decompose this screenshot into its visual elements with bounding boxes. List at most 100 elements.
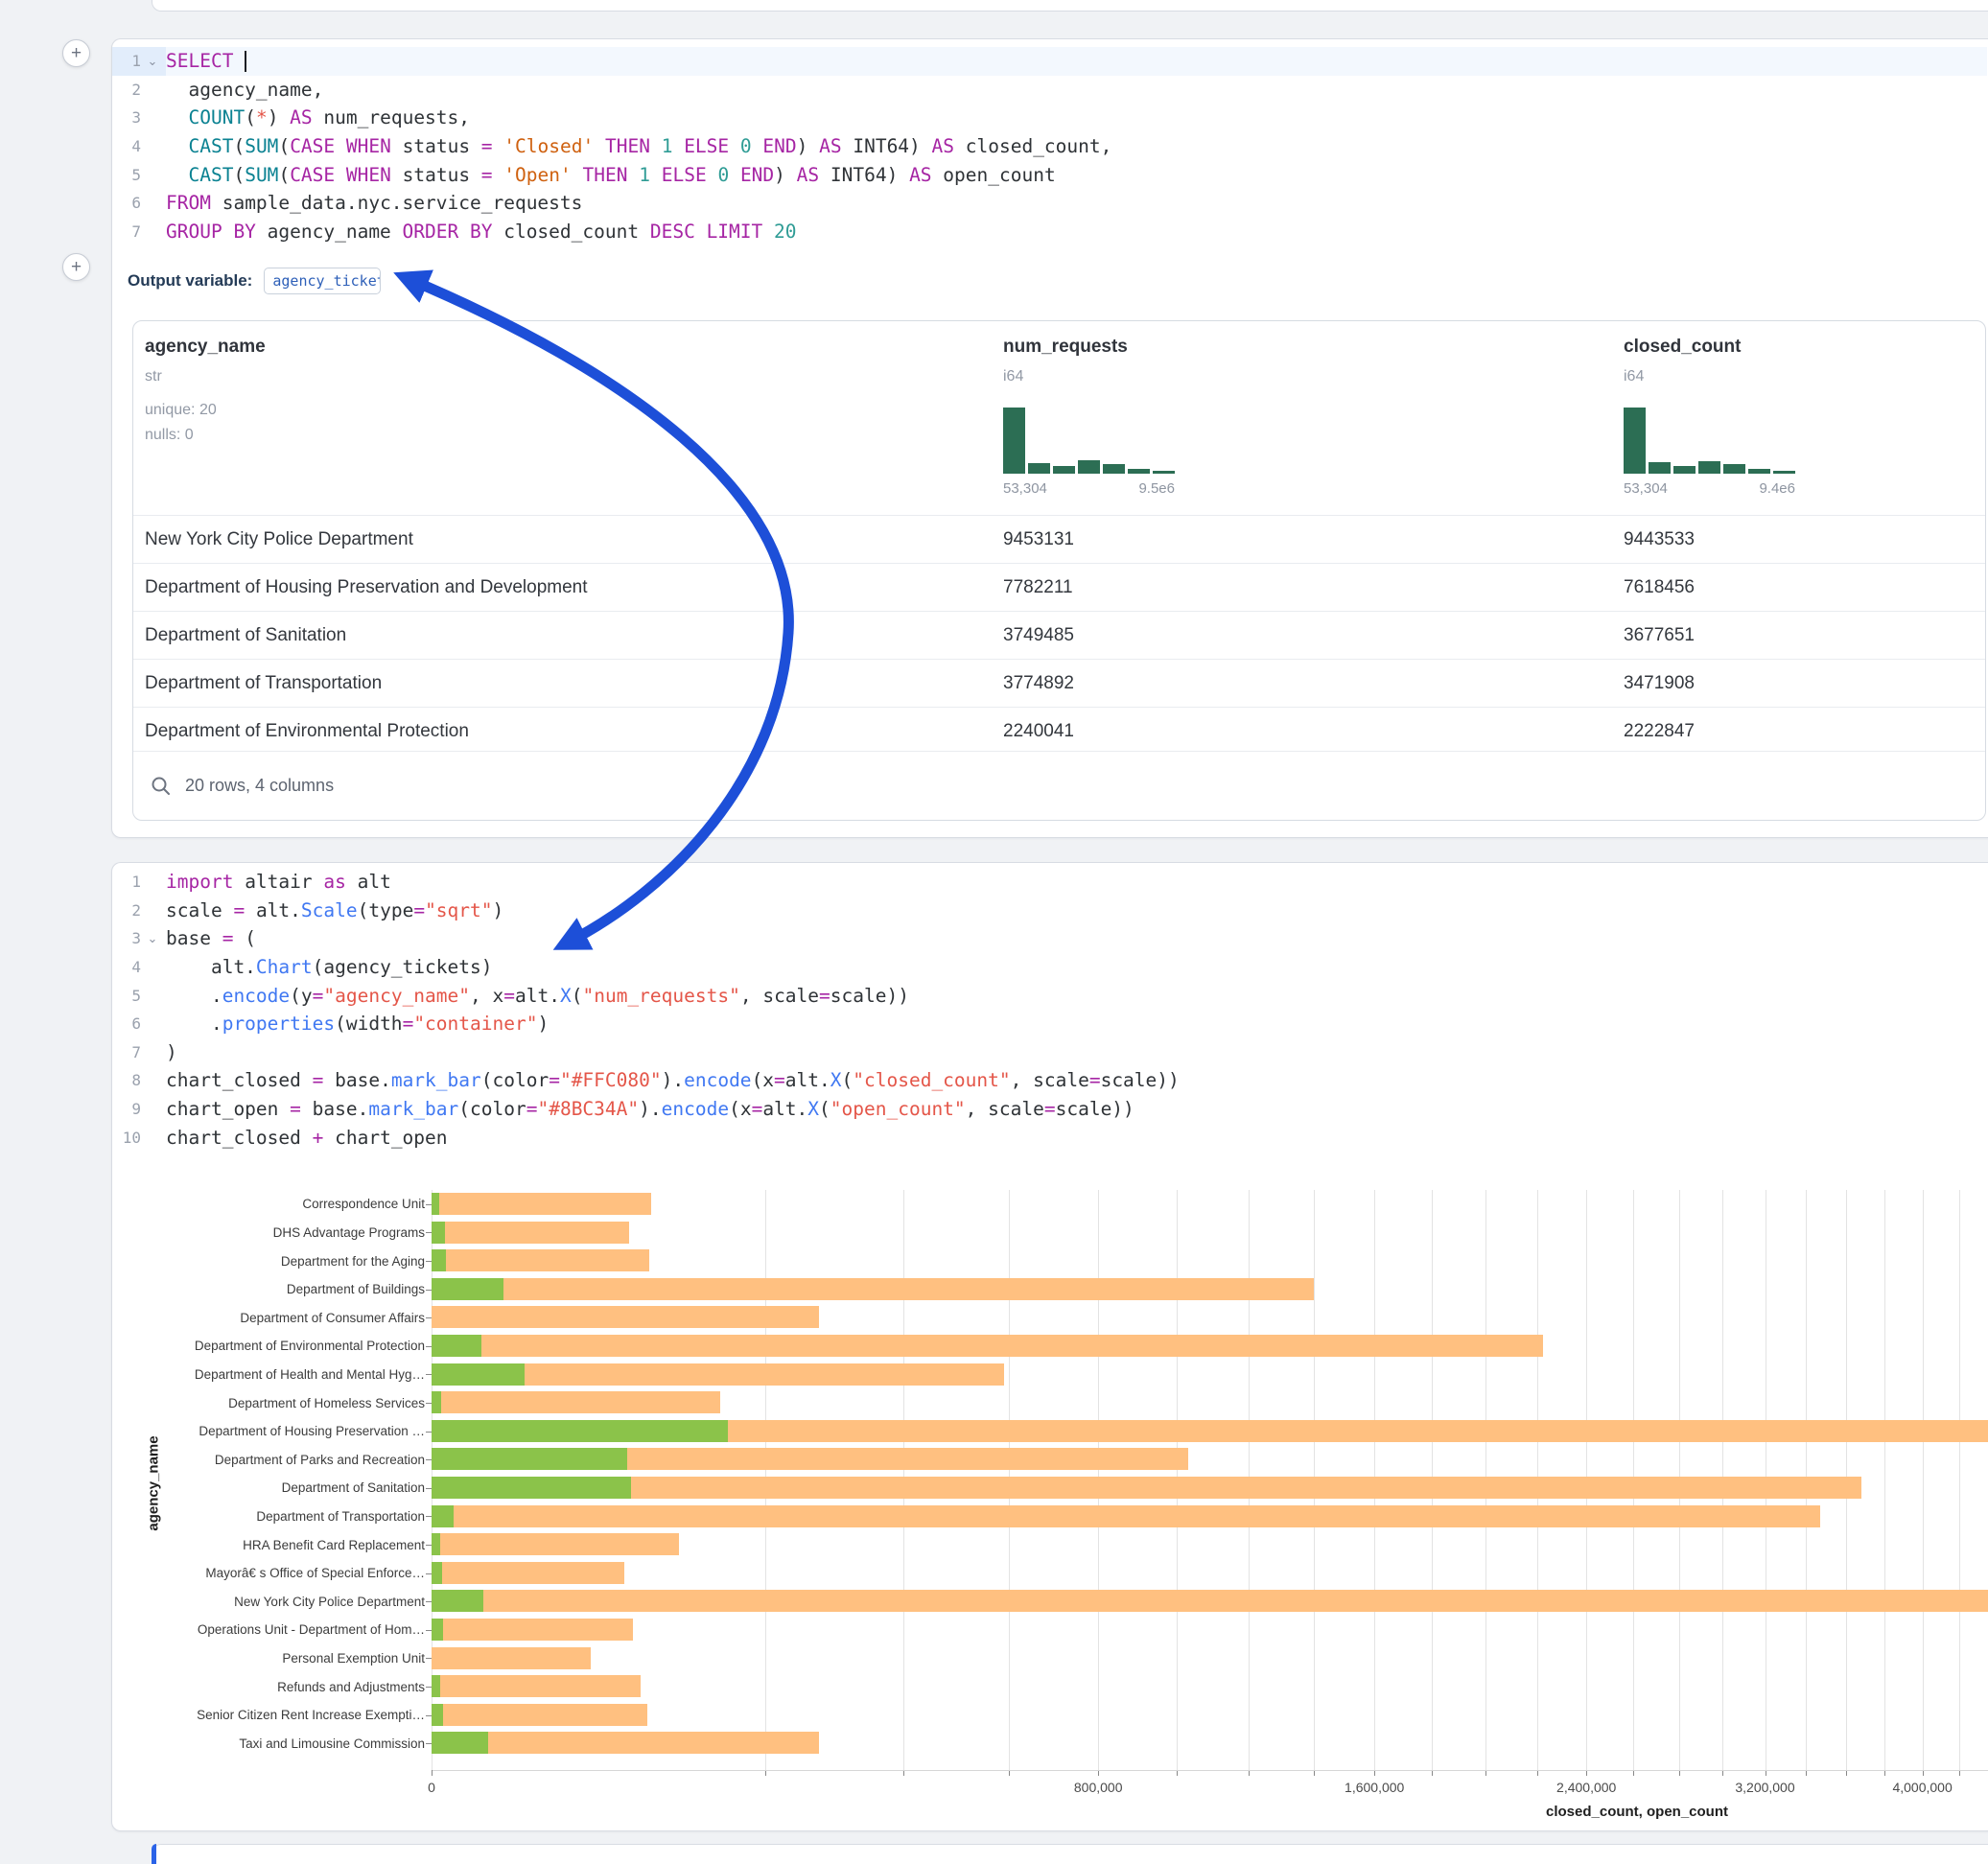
code-token: SUM xyxy=(245,164,278,186)
code-token: scale)) xyxy=(1101,1069,1180,1091)
code-token: encode xyxy=(662,1098,729,1120)
python-editor[interactable]: 1 import altair as alt 2scale = alt.Scale(… xyxy=(112,868,1987,1152)
code-token: "container" xyxy=(413,1013,537,1035)
bar-open xyxy=(432,1193,439,1215)
table-cell: New York City Police Department xyxy=(145,529,413,550)
code-line[interactable]: 7) xyxy=(112,1038,1987,1067)
code-token: END xyxy=(740,164,774,186)
code-token: AS xyxy=(909,164,931,186)
bar-open xyxy=(432,1675,440,1697)
code-token: = xyxy=(403,1013,414,1035)
code-token: 1 xyxy=(662,135,673,157)
code-line[interactable]: 6FROM sample_data.nyc.service_requests xyxy=(112,189,1987,218)
histogram-bar xyxy=(1078,460,1100,474)
code-line[interactable]: 8chart_closed = base.mark_bar(color="#FF… xyxy=(112,1066,1987,1095)
column-header[interactable]: closed_count xyxy=(1624,337,1741,358)
code-text: agency_name, xyxy=(166,79,323,101)
code-token: base. xyxy=(323,1069,390,1091)
code-text: import altair as alt xyxy=(166,871,391,893)
fold-toggle-icon[interactable]: ⌄ xyxy=(141,931,164,946)
histogram-bar xyxy=(1153,471,1175,474)
bar-closed xyxy=(432,1306,819,1328)
gridline xyxy=(1959,1190,1960,1770)
code-token: ) xyxy=(537,1013,549,1035)
gutter: 2 xyxy=(112,76,166,105)
category-label: Department of Buildings xyxy=(118,1281,425,1297)
table-cell: 9443533 xyxy=(1624,529,1695,550)
code-token xyxy=(729,135,740,157)
code-line[interactable]: 4 alt.Chart(agency_tickets) xyxy=(112,953,1987,982)
code-line[interactable]: 1 import altair as alt xyxy=(112,868,1987,897)
add-cell-button[interactable]: + xyxy=(62,253,90,281)
code-line[interactable]: 2 agency_name, xyxy=(112,76,1987,105)
code-token: 'Open' xyxy=(503,164,571,186)
code-token: WHEN xyxy=(346,164,391,186)
line-number: 1 xyxy=(112,873,141,891)
code-token xyxy=(493,164,504,186)
output-variable-chip[interactable]: agency_tickets xyxy=(264,268,381,294)
sql-editor[interactable]: 1⌄SELECT 2 agency_name,3 COUNT(*) AS num… xyxy=(112,47,1987,245)
code-token: Scale xyxy=(301,899,358,921)
fold-toggle-icon[interactable]: ⌄ xyxy=(141,54,164,69)
code-token xyxy=(650,135,662,157)
histogram-bar xyxy=(1673,466,1696,474)
column-header[interactable]: num_requests xyxy=(1003,337,1128,358)
code-token: agency_name, xyxy=(166,79,323,101)
code-line[interactable]: 7GROUP BY agency_name ORDER BY closed_co… xyxy=(112,218,1987,246)
line-number: 3 xyxy=(112,929,141,947)
code-line[interactable]: 6 .properties(width="container") xyxy=(112,1010,1987,1038)
code-token: as xyxy=(323,871,345,893)
column-type: str xyxy=(145,368,162,385)
add-cell-button[interactable]: + xyxy=(62,39,90,67)
code-line[interactable]: 10chart_closed + chart_open xyxy=(112,1123,1987,1152)
code-token: 'Closed' xyxy=(503,135,594,157)
code-token: AS xyxy=(290,106,312,128)
code-token: ( xyxy=(572,985,583,1007)
code-line[interactable]: 1⌄SELECT xyxy=(112,47,1987,76)
x-axis-tick xyxy=(432,1770,433,1776)
search-icon[interactable] xyxy=(151,776,172,797)
table-cell: 3677651 xyxy=(1624,625,1695,646)
code-token xyxy=(233,50,245,72)
code-token: = xyxy=(313,1069,324,1091)
gutter: 1⌄ xyxy=(112,47,166,76)
code-token xyxy=(672,135,684,157)
bar-closed xyxy=(432,1335,1543,1357)
bar-open xyxy=(432,1249,446,1271)
sql-cell: 1⌄SELECT 2 agency_name,3 COUNT(*) AS num… xyxy=(111,38,1988,838)
category-label: Department of Health and Mental Hyg… xyxy=(118,1366,425,1383)
code-token: scale)) xyxy=(830,985,909,1007)
code-text: CAST(SUM(CASE WHEN status = 'Open' THEN … xyxy=(166,164,1056,186)
code-text: alt.Chart(agency_tickets) xyxy=(166,956,492,978)
line-number: 1 xyxy=(112,52,141,70)
line-number: 5 xyxy=(112,166,141,184)
code-token: agency_name xyxy=(256,221,403,243)
code-line[interactable]: 2scale = alt.Scale(type="sqrt") xyxy=(112,897,1987,925)
category-label: Department of Transportation xyxy=(118,1508,425,1525)
code-line[interactable]: 9chart_open = base.mark_bar(color="#8BC3… xyxy=(112,1095,1987,1124)
code-token: (x xyxy=(752,1069,774,1091)
table-cell: 3471908 xyxy=(1624,673,1695,694)
code-line[interactable]: 3⌄base = ( xyxy=(112,924,1987,953)
line-number: 8 xyxy=(112,1071,141,1089)
bar-open xyxy=(432,1590,483,1612)
code-token: open_count xyxy=(932,164,1056,186)
column-header[interactable]: agency_name xyxy=(145,337,266,358)
output-variable-label: Output variable: xyxy=(128,271,252,291)
gutter: 4 xyxy=(112,953,166,982)
code-token: CAST xyxy=(188,164,233,186)
code-token: status xyxy=(391,164,481,186)
code-line[interactable]: 5 CAST(SUM(CASE WHEN status = 'Open' THE… xyxy=(112,160,1987,189)
code-token: ELSE xyxy=(662,164,707,186)
category-label: New York City Police Department xyxy=(118,1594,425,1610)
code-line[interactable]: 4 CAST(SUM(CASE WHEN status = 'Closed' T… xyxy=(112,132,1987,161)
line-number: 10 xyxy=(112,1129,141,1147)
code-line[interactable]: 3 COUNT(*) AS num_requests, xyxy=(112,104,1987,132)
code-line[interactable]: 5 .encode(y="agency_name", x=alt.X("num_… xyxy=(112,981,1987,1010)
code-token: X xyxy=(807,1098,819,1120)
x-axis-line xyxy=(432,1770,1988,1771)
row-count-label: 20 rows, 4 columns xyxy=(185,776,334,796)
code-token xyxy=(729,164,740,186)
code-token: alt. xyxy=(762,1098,807,1120)
output-variable-row: Output variable: agency_tickets xyxy=(128,266,381,296)
